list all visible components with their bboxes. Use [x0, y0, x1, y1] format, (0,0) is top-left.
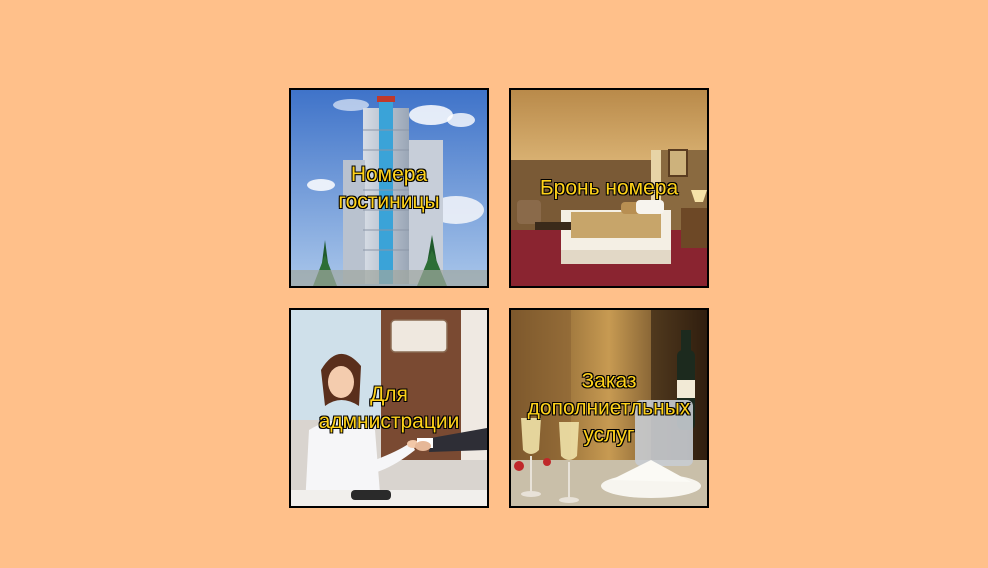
extra-services-label: Заказ дополниетльных услуг: [527, 369, 691, 447]
extra-services-tile[interactable]: Заказ дополниетльных услуг: [509, 308, 709, 508]
room-booking-label: Бронь номера: [539, 176, 679, 200]
hotel-rooms-label: Номера гостиницы: [338, 162, 440, 213]
administration-label: Для адмнистрации: [318, 382, 460, 433]
hotel-rooms-tile[interactable]: Номера гостиницы: [289, 88, 489, 288]
room-booking-tile[interactable]: Бронь номера: [509, 88, 709, 288]
administration-tile[interactable]: Для адмнистрации: [289, 308, 489, 508]
